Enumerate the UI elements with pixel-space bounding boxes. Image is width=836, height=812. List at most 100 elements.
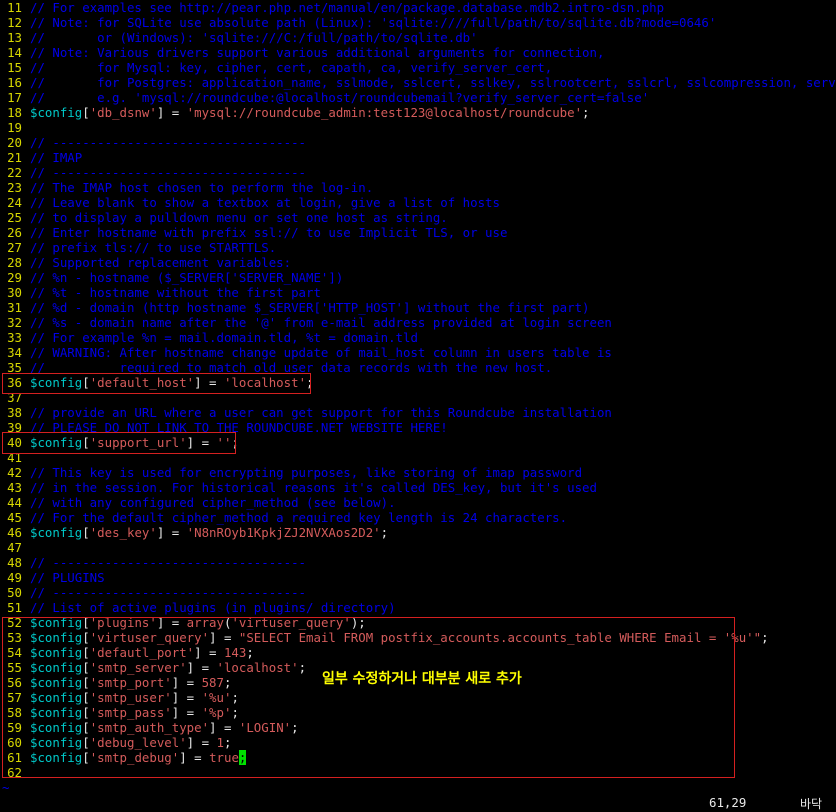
code-line[interactable]: 22 // ---------------------------------- [0, 165, 836, 180]
code-line[interactable]: 49 // PLUGINS [0, 570, 836, 585]
line-code: // Leave blank to show a textbox at logi… [30, 195, 500, 210]
code-token: // For example %n = mail.domain.tld, %t … [30, 330, 418, 345]
line-code: // ---------------------------------- [30, 585, 306, 600]
line-number: 51 [7, 600, 22, 615]
line-number: 38 [7, 405, 22, 420]
code-line[interactable]: 16 // for Postgres: application_name, ssl… [0, 75, 836, 90]
code-line[interactable]: 26 // Enter hostname with prefix ssl:// t… [0, 225, 836, 240]
code-token: // This key is used for encrypting purpo… [30, 465, 583, 480]
code-line[interactable]: 45 // For the default cipher_method a req… [0, 510, 836, 525]
code-token: 'des_key' [89, 525, 157, 540]
line-code: $config['db_dsnw'] = 'mysql://roundcube_… [30, 105, 590, 120]
code-token: // List of active plugins (in plugins/ d… [30, 600, 396, 615]
code-line[interactable]: 46 $config['des_key'] = 'N8nROyb1KpkjZJ2N… [0, 525, 836, 540]
code-token: // to display a pulldown menu or set one… [30, 210, 448, 225]
line-number: 43 [7, 480, 22, 495]
line-code: // Note: for SQLite use absolute path (L… [30, 15, 716, 30]
line-number: 48 [7, 555, 22, 570]
highlight-box-support-url [2, 432, 236, 454]
code-line[interactable]: 44 // with any configured cipher_method (… [0, 495, 836, 510]
code-line[interactable]: 24 // Leave blank to show a textbox at lo… [0, 195, 836, 210]
code-token: // or (Windows): 'sqlite:///C:/full/path… [30, 30, 478, 45]
line-code: // to display a pulldown menu or set one… [30, 210, 448, 225]
line-code: // %n - hostname ($_SERVER['SERVER_NAME'… [30, 270, 343, 285]
code-line[interactable]: 27 // prefix tls:// to use STARTTLS. [0, 240, 836, 255]
highlight-box-default-host [2, 373, 311, 394]
line-code: // prefix tls:// to use STARTTLS. [30, 240, 276, 255]
code-token: // e.g. 'mysql://roundcube:@localhost/ro… [30, 90, 650, 105]
line-number: 22 [7, 165, 22, 180]
code-token: // For the default cipher_method a requi… [30, 510, 568, 525]
code-line[interactable]: 32 // %s - domain name after the '@' from… [0, 315, 836, 330]
code-token: // ---------------------------------- [30, 555, 307, 570]
line-number: 34 [7, 345, 22, 360]
line-code: // or (Windows): 'sqlite:///C:/full/path… [30, 30, 478, 45]
line-code: // for Mysql: key, cipher, cert, capath,… [30, 60, 552, 75]
line-code: // For the default cipher_method a requi… [30, 510, 567, 525]
code-line[interactable]: 33 // For example %n = mail.domain.tld, %… [0, 330, 836, 345]
code-token: // provide an URL where a user can get s… [30, 405, 612, 420]
line-number: 12 [7, 15, 22, 30]
scroll-indicator: 바닥 [800, 797, 823, 811]
code-line[interactable]: 19 [0, 120, 836, 135]
code-line[interactable]: 42 // This key is used for encrypting pur… [0, 465, 836, 480]
line-number: 30 [7, 285, 22, 300]
code-token: ] = [156, 525, 187, 540]
code-line[interactable]: 25 // to display a pulldown menu or set o… [0, 210, 836, 225]
code-line[interactable]: 29 // %n - hostname ($_SERVER['SERVER_NAM… [0, 270, 836, 285]
line-code: // For example %n = mail.domain.tld, %t … [30, 330, 418, 345]
line-number: 20 [7, 135, 22, 150]
line-code: // Note: Various drivers support various… [30, 45, 604, 60]
code-token: // %n - hostname ($_SERVER['SERVER_NAME'… [30, 270, 344, 285]
code-token: // %s - domain name after the '@' from e… [30, 315, 612, 330]
code-line[interactable]: 18 $config['db_dsnw'] = 'mysql://roundcub… [0, 105, 836, 120]
code-token: // with any configured cipher_method (se… [30, 495, 396, 510]
code-line[interactable]: 30 // %t - hostname without the first par… [0, 285, 836, 300]
code-line[interactable]: 11 // For examples see http://pear.php.ne… [0, 0, 836, 15]
code-line[interactable]: 13 // or (Windows): 'sqlite:///C:/full/pa… [0, 30, 836, 45]
code-line[interactable]: 31 // %d - domain (http hostname $_SERVER… [0, 300, 836, 315]
code-line[interactable]: 23 // The IMAP host chosen to perform the… [0, 180, 836, 195]
line-number: 27 [7, 240, 22, 255]
code-line[interactable]: 14 // Note: Various drivers support vario… [0, 45, 836, 60]
code-line[interactable]: 47 [0, 540, 836, 555]
status-bar: 61,29 바닥 [0, 795, 836, 812]
code-token: 'mysql://roundcube_admin:test123@localho… [186, 105, 583, 120]
line-number: 26 [7, 225, 22, 240]
code-line[interactable]: 34 // WARNING: After hostname change upda… [0, 345, 836, 360]
line-number: 19 [7, 120, 22, 135]
code-line[interactable]: 20 // ---------------------------------- [0, 135, 836, 150]
line-code: // Supported replacement variables: [30, 255, 291, 270]
line-code: // List of active plugins (in plugins/ d… [30, 600, 396, 615]
code-token: [ [82, 105, 90, 120]
code-token: // Enter hostname with prefix ssl:// to … [30, 225, 508, 240]
line-code: // provide an URL where a user can get s… [30, 405, 612, 420]
line-number: 28 [7, 255, 22, 270]
code-line[interactable]: 48 // ---------------------------------- [0, 555, 836, 570]
code-token: ] = [156, 105, 187, 120]
cursor-position: 61,29 [709, 795, 747, 810]
code-token: // for Postgres: application_name, sslmo… [30, 75, 836, 90]
line-number: 49 [7, 570, 22, 585]
line-code: // PLUGINS [30, 570, 105, 585]
line-number: 13 [7, 30, 22, 45]
line-number: 29 [7, 270, 22, 285]
code-line[interactable]: 51 // List of active plugins (in plugins/… [0, 600, 836, 615]
code-line[interactable]: 50 // ---------------------------------- [0, 585, 836, 600]
line-number: 11 [7, 0, 22, 15]
code-line[interactable]: 21 // IMAP [0, 150, 836, 165]
code-line[interactable]: 43 // in the session. For historical reas… [0, 480, 836, 495]
code-token: // in the session. For historical reason… [30, 480, 597, 495]
annotation-note: 일부 수정하거나 대부분 새로 추가 [322, 671, 522, 687]
code-token: // ---------------------------------- [30, 165, 307, 180]
code-token: [ [82, 525, 90, 540]
code-line[interactable]: 17 // e.g. 'mysql://roundcube:@localhost/… [0, 90, 836, 105]
line-number: 15 [7, 60, 22, 75]
code-line[interactable]: 28 // Supported replacement variables: [0, 255, 836, 270]
code-line[interactable]: 38 // provide an URL where a user can get… [0, 405, 836, 420]
line-code: // for Postgres: application_name, sslmo… [30, 75, 836, 90]
code-token: // %d - domain (http hostname $_SERVER['… [30, 300, 590, 315]
code-line[interactable]: 15 // for Mysql: key, cipher, cert, capat… [0, 60, 836, 75]
code-line[interactable]: 12 // Note: for SQLite use absolute path … [0, 15, 836, 30]
line-code: // Enter hostname with prefix ssl:// to … [30, 225, 507, 240]
